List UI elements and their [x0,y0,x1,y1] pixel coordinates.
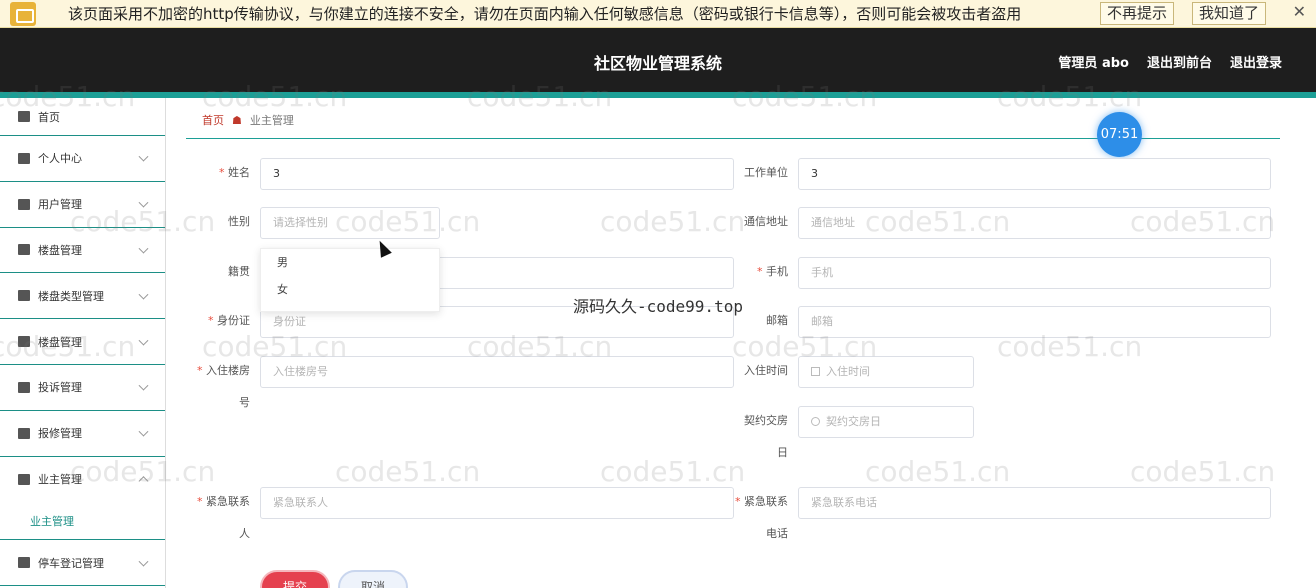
doc-icon [18,198,30,210]
watermark: code51.cn [1130,455,1276,488]
checkin-label: 入住时间 [744,364,788,377]
chevron-down-icon [138,289,149,300]
user-icon [18,152,30,164]
sidebar-item-label: 用户管理 [38,198,82,212]
watermark: code51.cn [865,455,1011,488]
phone-input[interactable]: 手机 [798,257,1271,289]
bar-icon [18,381,30,393]
checkin-date-input[interactable]: 入住时间 [798,356,974,388]
sidebar-item-buildings[interactable]: 楼盘管理 [0,228,165,274]
sidebar-item-repairs[interactable]: 报修管理 [0,411,165,457]
sidebar-item-label: 楼盘管理 [38,335,82,349]
user-label: 管理员 abo [1058,56,1129,71]
room-label: 入住楼房 [190,356,250,386]
workplace-label: 工作单位 [744,166,788,179]
clock-icon [811,417,820,426]
sidebar-item-complaints[interactable]: 投诉管理 [0,365,165,411]
handover-placeholder: 契约交房日 [826,415,881,428]
watermark: code51.cn [600,205,746,238]
address-label: 通信地址 [744,215,788,228]
warning-icon [10,1,36,26]
chevron-down-icon [138,243,149,254]
emergency-label: 紧急联系 [190,487,250,517]
handover-label: 契约交房 [744,414,788,427]
handover-date-input[interactable]: 契约交房日 [798,406,974,438]
chevron-down-icon [138,381,149,391]
chevron-down-icon [138,335,149,346]
breadcrumb-current: 业主管理 [249,114,294,127]
submit-button[interactable]: 提交 [260,570,330,588]
emergency-label-cont: 人 [239,527,250,540]
chevron-down-icon [138,152,149,162]
chevron-down-icon [138,556,149,567]
timer-badge[interactable]: 07:51 [1097,112,1142,157]
sidebar-item-label: 首页 [38,110,60,124]
header-accent-strip [0,92,1316,98]
sidebar-item-label: 停车登记管理 [38,556,104,570]
briefcase-icon [18,244,30,256]
room-label-cont: 号 [239,396,250,409]
chevron-down-icon [138,426,149,437]
chevron-up-icon [138,476,149,487]
cancel-button[interactable]: 取消 [338,570,408,588]
breadcrumb-home[interactable]: 首页 [202,112,224,128]
dismiss-button[interactable]: 不再提示 [1100,2,1175,25]
close-icon[interactable]: ✕ [1293,2,1306,21]
emergency-phone-label-cont: 电话 [766,527,788,540]
sidebar-item-label: 报修管理 [38,427,82,441]
handover-label-cont: 日 [777,446,788,459]
address-input[interactable]: 通信地址 [798,207,1271,239]
checkin-placeholder: 入住时间 [826,365,870,378]
name-input[interactable]: 3 [260,158,734,190]
room-input[interactable]: 入住楼房号 [260,356,734,388]
breadcrumb: 首页 ☗ 业主管理 [202,112,294,128]
grid-icon [18,473,30,485]
sidebar-item-home[interactable]: 首页 [0,98,165,136]
sidebar-item-label: 个人中心 [38,152,82,166]
gender-label: 性别 [228,215,250,228]
chat-icon [18,557,30,569]
sidebar-item-users[interactable]: 用户管理 [0,182,165,228]
chevron-down-icon [138,197,149,208]
watermark: code51.cn [335,455,481,488]
gender-select[interactable]: 请选择性别 [260,207,440,239]
doc-icon [18,336,30,348]
name-label: 姓名 [190,158,250,188]
sidebar-item-profile[interactable]: 个人中心 [0,136,165,182]
sidebar: 首页 个人中心 用户管理 楼盘管理 楼盘类型管理 楼盘管理 投诉管理 报修管理 … [0,98,166,588]
warning-text: 该页面采用不加密的http传输协议，与你建立的连接不安全，请勿在页面内输入任何敏… [68,5,1022,23]
gender-option-female[interactable]: 女 [261,276,439,303]
sidebar-item-owners[interactable]: 业主管理 [0,457,165,503]
sidebar-subitem-owners[interactable]: 业主管理 [0,502,165,541]
phone-label: 手机 [728,257,788,287]
app-header: 社区物业管理系统 管理员 abo 退出到前台 退出登录 [0,28,1316,92]
sidebar-item-parking[interactable]: 停车登记管理 [0,540,165,587]
sidebar-item-label: 楼盘类型管理 [38,289,104,303]
native-label: 籍贯 [228,265,250,278]
emergency-phone-label: 紧急联系 [728,487,788,517]
watermark-center: 源码久久-code99.top [573,297,743,316]
logout-link[interactable]: 退出登录 [1230,52,1282,71]
home-icon: ☗ [232,113,242,127]
sidebar-item-label: 楼盘管理 [38,243,82,257]
frontend-link[interactable]: 退出到前台 [1147,52,1212,71]
home-icon [18,111,30,122]
security-warning-bar: 该页面采用不加密的http传输协议，与你建立的连接不安全，请勿在页面内输入任何敏… [0,0,1316,28]
watermark: code51.cn [600,455,746,488]
gender-option-male[interactable]: 男 [261,249,439,276]
sidebar-item-label: 投诉管理 [38,381,82,395]
email-input[interactable]: 邮箱 [798,306,1271,338]
sidebar-item-buildings-2[interactable]: 楼盘管理 [0,319,165,365]
emergency-contact-input[interactable]: 紧急联系人 [260,487,734,519]
sidebar-item-building-types[interactable]: 楼盘类型管理 [0,273,165,320]
calendar-icon [811,367,820,376]
chart-icon [18,290,30,302]
emergency-phone-input[interactable]: 紧急联系电话 [798,487,1271,519]
gender-dropdown: 男 女 [260,248,440,312]
chat-icon [18,427,30,439]
acknowledge-button[interactable]: 我知道了 [1192,2,1267,25]
idcard-label: 身份证 [190,306,250,336]
sidebar-item-label: 业主管理 [38,473,82,487]
workplace-input[interactable]: 3 [798,158,1271,190]
